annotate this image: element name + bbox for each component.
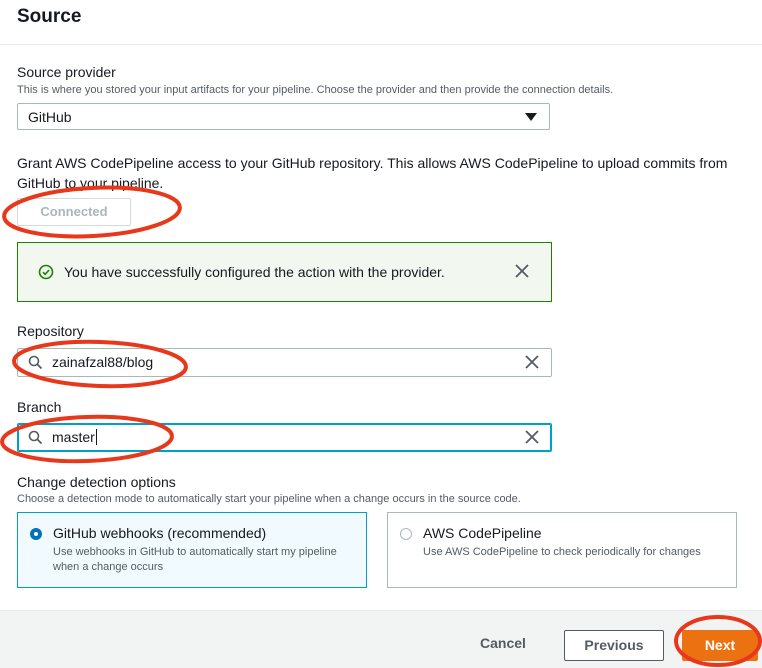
wizard-footer: Cancel Previous Next (0, 610, 762, 668)
option-description: Use AWS CodePipeline to check periodical… (423, 546, 701, 558)
cancel-button[interactable]: Cancel (480, 635, 526, 651)
source-provider-description: This is where you stored your input arti… (17, 84, 614, 96)
repository-input[interactable]: zainafzal88/blog (17, 348, 552, 377)
option-title: GitHub webhooks (recommended) (53, 525, 267, 541)
branch-input[interactable]: master (17, 423, 552, 452)
change-detection-label: Change detection options (17, 474, 176, 490)
branch-value: master (52, 429, 95, 445)
source-provider-value: GitHub (28, 109, 72, 125)
caret-down-icon (525, 113, 537, 121)
success-alert: You have successfully configured the act… (17, 242, 552, 302)
check-circle-icon (38, 264, 54, 285)
text-cursor (95, 429, 97, 445)
previous-button[interactable]: Previous (564, 630, 664, 661)
radio-selected[interactable] (30, 528, 42, 540)
alert-message: You have successfully configured the act… (64, 264, 445, 280)
search-icon (28, 430, 43, 450)
clear-icon[interactable] (525, 355, 539, 374)
connect-github-button[interactable]: Connected (17, 198, 131, 226)
next-button[interactable]: Next (682, 630, 758, 661)
grant-access-text: Grant AWS CodePipeline access to your Gi… (17, 155, 728, 191)
close-icon[interactable] (515, 264, 529, 283)
clear-icon[interactable] (525, 430, 539, 449)
change-detection-description: Choose a detection mode to automatically… (17, 493, 521, 505)
option-title: AWS CodePipeline (423, 525, 542, 541)
option-description: Use webhooks in GitHub to automatically … (53, 546, 337, 573)
radio-unselected[interactable] (400, 528, 412, 540)
option-aws-codepipeline[interactable]: AWS CodePipeline Use AWS CodePipeline to… (387, 512, 737, 588)
repository-value: zainafzal88/blog (52, 354, 154, 370)
search-icon (28, 355, 43, 375)
source-provider-label: Source provider (17, 64, 116, 80)
repository-label: Repository (17, 323, 84, 339)
section-header: Source (0, 0, 762, 45)
option-github-webhooks[interactable]: GitHub webhooks (recommended) Use webhoo… (17, 512, 367, 588)
source-provider-select[interactable]: GitHub (17, 103, 550, 130)
branch-label: Branch (17, 399, 62, 415)
section-title: Source (17, 6, 82, 27)
